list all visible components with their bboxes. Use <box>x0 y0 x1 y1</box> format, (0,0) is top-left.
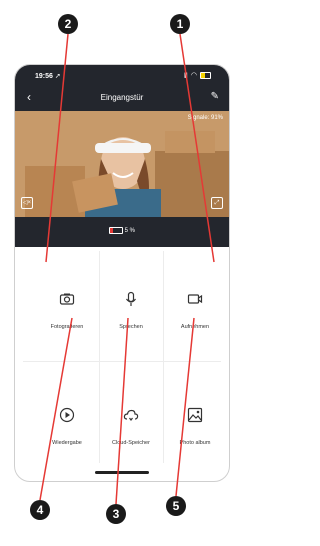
callout-arrows <box>39 33 215 505</box>
